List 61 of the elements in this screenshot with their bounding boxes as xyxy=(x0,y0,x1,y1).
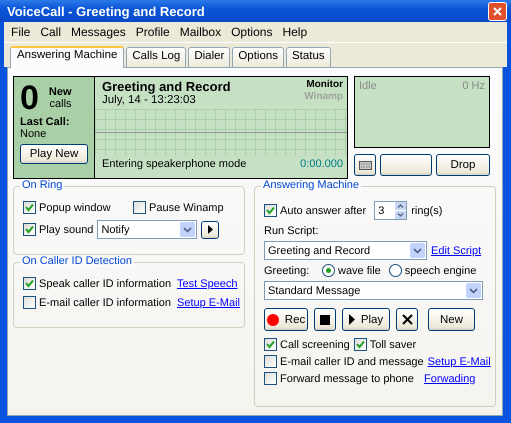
link[interactable]: Test Speech xyxy=(177,278,238,290)
checkbox-label: Forward message to phone xyxy=(280,372,414,384)
source-label[interactable]: Monitor xyxy=(306,79,343,91)
checkbox-label: Speak caller ID information xyxy=(39,278,172,290)
drop-button[interactable]: Drop xyxy=(436,154,490,176)
tab[interactable]: Answering Machine xyxy=(10,46,124,68)
dropdown-value: Standard Message xyxy=(268,284,360,296)
checkbox-label: Pause Winamp xyxy=(149,202,224,214)
checkbox-label: E-mail caller ID information xyxy=(39,296,172,308)
menu-item[interactable]: Options xyxy=(226,25,278,39)
display-status: Entering speakerphone mode xyxy=(102,158,246,170)
checkbox-label: Toll saver xyxy=(370,338,416,350)
tab[interactable]: Options xyxy=(232,47,284,67)
rings-label: ring(s) xyxy=(411,204,442,216)
record-button[interactable]: Rec xyxy=(264,308,308,331)
new-calls-count: 0 xyxy=(20,81,39,115)
last-call-value: None xyxy=(20,128,48,140)
new-label: New xyxy=(48,86,72,98)
link[interactable]: Edit Script xyxy=(431,244,482,256)
dropdown[interactable]: Greeting and Record xyxy=(264,241,427,260)
radio-label: speech engine xyxy=(404,264,476,276)
run-script-label: Run Script: xyxy=(264,225,320,237)
link[interactable]: Setup E-Mail xyxy=(428,356,491,368)
group-title: On Caller ID Detection xyxy=(20,255,134,267)
spin-value: 3 xyxy=(377,204,386,216)
greeting-label: Greeting: xyxy=(264,264,310,276)
tab[interactable]: Calls Log xyxy=(126,47,186,67)
menu-item[interactable]: Help xyxy=(277,25,312,39)
new-button[interactable]: New xyxy=(428,308,475,331)
group-title: On Ring xyxy=(20,179,64,191)
play-new-button[interactable]: Play New xyxy=(20,144,88,164)
frequency-readout: 0 Hz xyxy=(462,80,485,92)
display-datetime: July, 14 - 13:23:03 xyxy=(102,94,197,106)
line-status: Idle xyxy=(359,80,377,92)
play-button[interactable]: Play xyxy=(342,308,390,331)
tab[interactable]: Dialer xyxy=(188,47,230,67)
checkbox-label: E-mail caller ID and message xyxy=(280,356,424,368)
menu-item[interactable]: Profile xyxy=(130,25,175,39)
menu-item[interactable]: Call xyxy=(35,25,66,39)
menu-item[interactable]: Mailbox xyxy=(174,25,226,39)
calls-label: calls xyxy=(50,98,72,110)
dropdown[interactable]: Notify xyxy=(97,220,198,239)
display-title: Greeting and Record xyxy=(102,79,231,94)
dropdown-value: Notify xyxy=(101,224,130,236)
checkbox-label: Call screening xyxy=(280,338,350,350)
checkbox-label: Auto answer after xyxy=(280,204,366,216)
menu-item[interactable]: Messages xyxy=(66,25,131,39)
dropdown-value: Greeting and Record xyxy=(268,244,370,256)
link[interactable]: Setup E-Mail xyxy=(177,296,240,308)
spin-box[interactable]: 3 xyxy=(374,201,408,220)
last-call-label: Last Call: xyxy=(20,116,71,128)
tab[interactable]: Status xyxy=(286,47,331,67)
checkbox-label: Play sound xyxy=(39,224,94,236)
dropdown[interactable]: Standard Message xyxy=(264,281,483,300)
group-title: Answering Machine xyxy=(261,179,361,191)
window-title: VoiceCall - Greeting and Record xyxy=(6,4,205,18)
radio-label: wave file xyxy=(338,264,381,276)
checkbox-label: Popup window xyxy=(39,202,111,214)
link[interactable]: Forwading xyxy=(424,372,476,384)
menu-item[interactable]: File xyxy=(6,25,36,39)
elapsed-time: 0:00.000 xyxy=(300,158,343,170)
